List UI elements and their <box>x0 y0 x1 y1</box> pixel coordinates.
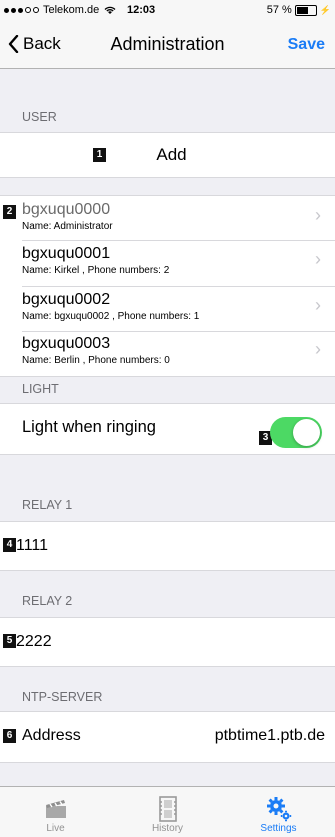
add-user-cell[interactable]: 1 Add <box>0 132 335 178</box>
callout-badge-6: 6 <box>3 729 16 743</box>
clapperboard-icon <box>0 795 111 823</box>
signal-carrier: Telekom.de <box>4 4 116 16</box>
section-header-user: USER <box>22 110 57 124</box>
tab-settings[interactable]: Settings <box>223 789 334 834</box>
list-item-user[interactable]: bgxuqu0003 Name: Berlin , Phone numbers:… <box>0 332 335 376</box>
user-id: bgxuqu0003 <box>22 335 111 352</box>
signal-dot-icon <box>4 7 9 13</box>
signal-dot-icon <box>18 7 23 13</box>
tab-history[interactable]: History <box>112 789 223 834</box>
user-detail: Name: Berlin , Phone numbers: 0 <box>22 355 170 366</box>
tab-history-label: History <box>151 823 184 834</box>
section-header-relay1: RELAY 1 <box>22 498 73 512</box>
callout-badge-5: 5 <box>3 634 16 648</box>
ntp-address-label: Address <box>22 727 81 744</box>
toggle-knob <box>293 419 320 446</box>
user-detail: Name: Kirkel , Phone numbers: 2 <box>22 265 170 276</box>
gears-icon <box>223 795 334 823</box>
user-list: 2 bgxuqu0000 Name: Administrator › bgxuq… <box>0 195 335 377</box>
status-bar: Telekom.de 12:03 57 % ⚡ <box>0 0 335 20</box>
signal-dot-icon <box>11 7 16 13</box>
save-button[interactable]: Save <box>288 36 325 54</box>
list-item-user[interactable]: bgxuqu0002 Name: bgxuqu0002 , Phone numb… <box>0 287 335 331</box>
relay2-cell: 5 2222 <box>0 617 335 667</box>
ntp-cell: 6 Address ptbtime1.ptb.de <box>0 711 335 763</box>
section-header-relay2: RELAY 2 <box>22 594 73 608</box>
tab-live[interactable]: Live <box>0 789 111 834</box>
list-item-user[interactable]: bgxuqu0001 Name: Kirkel , Phone numbers:… <box>0 241 335 285</box>
relay2-input[interactable]: 2222 <box>16 633 52 651</box>
user-id: bgxuqu0000 <box>22 201 111 218</box>
battery-status: 57 % ⚡ <box>267 4 331 16</box>
user-detail: Name: bgxuqu0002 , Phone numbers: 1 <box>22 311 200 322</box>
user-detail: Name: Administrator <box>22 221 113 232</box>
charging-icon: ⚡ <box>319 4 331 15</box>
light-when-ringing-toggle[interactable] <box>270 417 322 448</box>
chevron-right-icon: › <box>315 339 321 359</box>
battery-icon <box>294 4 317 16</box>
user-id: bgxuqu0002 <box>22 291 111 308</box>
chevron-right-icon: › <box>315 205 321 225</box>
list-item-user[interactable]: bgxuqu0000 Name: Administrator › <box>0 196 335 240</box>
light-when-ringing-label: Light when ringing <box>22 418 156 436</box>
user-id: bgxuqu0001 <box>22 245 111 262</box>
tab-bar: Live History Settings <box>0 786 335 837</box>
add-user-button[interactable]: Add <box>0 145 335 165</box>
wifi-icon <box>104 6 116 14</box>
film-strip-icon <box>112 795 223 823</box>
section-header-light: LIGHT <box>22 382 59 396</box>
battery-percent: 57 % <box>266 4 292 16</box>
navigation-bar: Back Administration Save <box>0 20 335 69</box>
signal-dot-empty-icon <box>25 7 31 13</box>
ntp-address-input[interactable]: ptbtime1.ptb.de <box>215 727 325 745</box>
tab-settings-label: Settings <box>260 823 297 834</box>
callout-badge-4: 4 <box>3 538 16 552</box>
relay1-cell: 4 1111 <box>0 521 335 571</box>
page-title: Administration <box>110 34 225 54</box>
chevron-right-icon: › <box>315 249 321 269</box>
clock: 12:03 <box>127 4 156 16</box>
relay1-input[interactable]: 1111 <box>16 537 48 555</box>
signal-dot-empty-icon <box>33 7 39 13</box>
section-header-ntp: NTP-SERVER <box>22 690 103 704</box>
carrier-name: Telekom.de <box>43 4 100 16</box>
chevron-right-icon: › <box>315 295 321 315</box>
tab-live-label: Live <box>46 823 65 834</box>
